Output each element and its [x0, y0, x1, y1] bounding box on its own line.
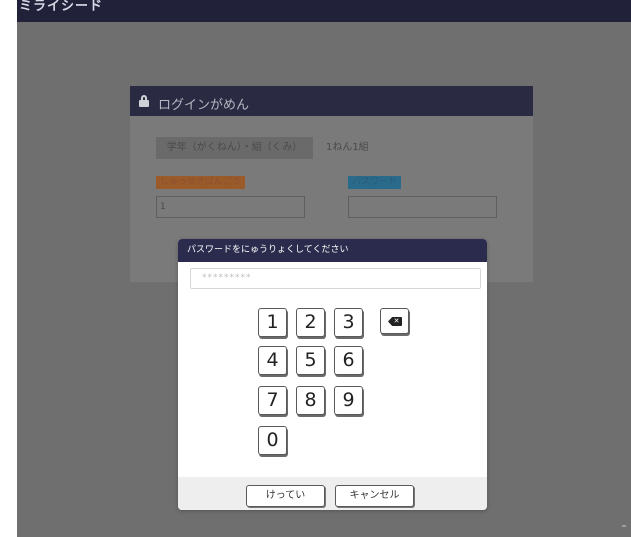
cancel-button[interactable]: キャンセル — [335, 485, 414, 507]
grade-class-label: 学年（がくねん）・組（くみ） — [156, 137, 313, 159]
key-1[interactable]: 1 — [258, 308, 287, 337]
lock-icon — [139, 95, 149, 107]
student-number-field[interactable]: 1 — [156, 196, 305, 218]
key-3[interactable]: 3 — [334, 308, 363, 337]
edge-mark — [622, 525, 626, 527]
grade-class-value: 1ねん1組 — [326, 142, 369, 153]
dialog-title: パスワードをにゅうりょくしてください — [178, 239, 487, 262]
login-header: ログインがめん — [130, 86, 533, 116]
key-7[interactable]: 7 — [258, 386, 287, 415]
key-4[interactable]: 4 — [258, 346, 287, 375]
dialog-footer — [178, 477, 487, 510]
password-field[interactable] — [348, 196, 497, 218]
top-bar: ミライシード — [17, 0, 631, 22]
login-title: ログインがめん — [158, 98, 250, 113]
key-2[interactable]: 2 — [296, 308, 325, 337]
app-screen: ミライシード ログインがめん 学年（がくねん）・組（くみ） 1ねん1組 しゅっせ… — [17, 0, 631, 537]
key-6[interactable]: 6 — [334, 346, 363, 375]
confirm-button[interactable]: けってい — [246, 485, 325, 507]
app-logo: ミライシード — [19, 0, 104, 14]
key-9[interactable]: 9 — [334, 386, 363, 415]
key-0[interactable]: 0 — [258, 426, 287, 455]
password-keypad-dialog: パスワードをにゅうりょくしてください ********* 1 2 3 ✕ 4 5… — [178, 239, 487, 510]
key-8[interactable]: 8 — [296, 386, 325, 415]
password-label: パスワード — [348, 176, 402, 189]
key-5[interactable]: 5 — [296, 346, 325, 375]
backspace-button[interactable]: ✕ — [380, 308, 409, 334]
student-number-label: しゅっせきばんごう — [156, 176, 246, 189]
password-display: ********* — [190, 268, 481, 289]
